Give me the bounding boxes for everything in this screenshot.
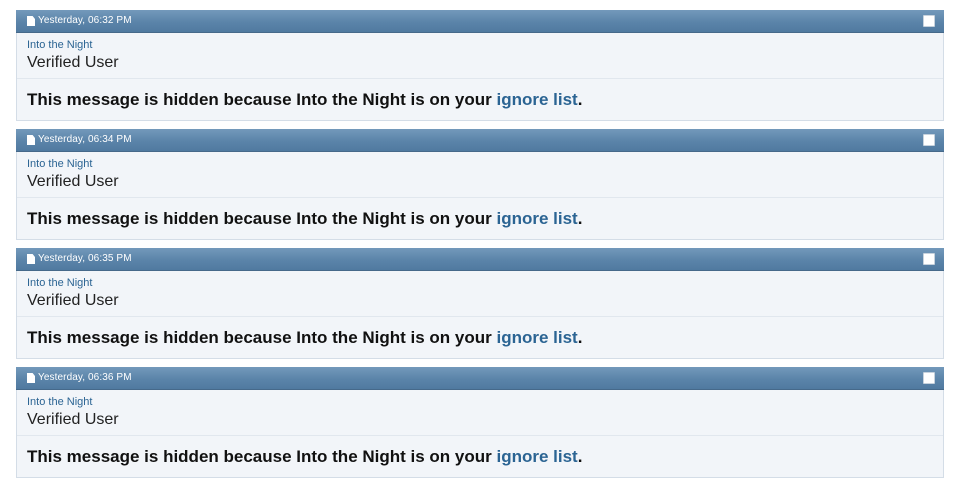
divider [17,78,943,79]
username-link[interactable]: Into the Night [27,39,92,52]
hidden-message-period: . [577,90,583,109]
divider [17,435,943,436]
post-3: Yesterday, 06:35 PM Into the Night Verif… [16,248,944,359]
username-link[interactable]: Into the Night [27,158,92,171]
post-header: Yesterday, 06:32 PM [16,10,944,33]
post-header: Yesterday, 06:36 PM [16,367,944,390]
select-post-checkbox-icon[interactable] [923,15,935,27]
ignore-list-link[interactable]: ignore list [496,447,577,466]
username-link[interactable]: Into the Night [27,277,92,290]
document-icon [27,254,35,264]
user-title: Verified User [27,173,119,190]
username-link[interactable]: Into the Night [27,396,92,409]
user-title: Verified User [27,411,119,428]
hidden-message-text: This message is hidden because Into the … [27,90,497,109]
select-post-checkbox-icon[interactable] [923,372,935,384]
hidden-message-period: . [577,447,583,466]
hidden-message: This message is hidden because Into the … [27,446,582,468]
post-1: Yesterday, 06:32 PM Into the Night Verif… [16,10,944,121]
divider [17,316,943,317]
post-header: Yesterday, 06:34 PM [16,129,944,152]
ignore-list-link[interactable]: ignore list [496,328,577,347]
document-icon [27,373,35,383]
document-icon [27,135,35,145]
select-post-checkbox-icon[interactable] [923,253,935,265]
hidden-message: This message is hidden because Into the … [27,208,582,230]
document-icon [27,16,35,26]
post-date: Yesterday, 06:32 PM [38,15,132,26]
post-2: Yesterday, 06:34 PM Into the Night Verif… [16,129,944,240]
hidden-message-text: This message is hidden because Into the … [27,328,497,347]
hidden-message-period: . [577,209,583,228]
user-title: Verified User [27,292,119,309]
hidden-message-period: . [577,328,583,347]
hidden-message: This message is hidden because Into the … [27,89,582,111]
divider [17,197,943,198]
ignore-list-link[interactable]: ignore list [496,209,577,228]
hidden-message-text: This message is hidden because Into the … [27,209,497,228]
user-title: Verified User [27,54,119,71]
post-header: Yesterday, 06:35 PM [16,248,944,271]
select-post-checkbox-icon[interactable] [923,134,935,146]
hidden-message-text: This message is hidden because Into the … [27,447,497,466]
post-4: Yesterday, 06:36 PM Into the Night Verif… [16,367,944,478]
post-date: Yesterday, 06:35 PM [38,253,132,264]
post-date: Yesterday, 06:34 PM [38,134,132,145]
ignore-list-link[interactable]: ignore list [496,90,577,109]
post-date: Yesterday, 06:36 PM [38,372,132,383]
hidden-message: This message is hidden because Into the … [27,327,582,349]
